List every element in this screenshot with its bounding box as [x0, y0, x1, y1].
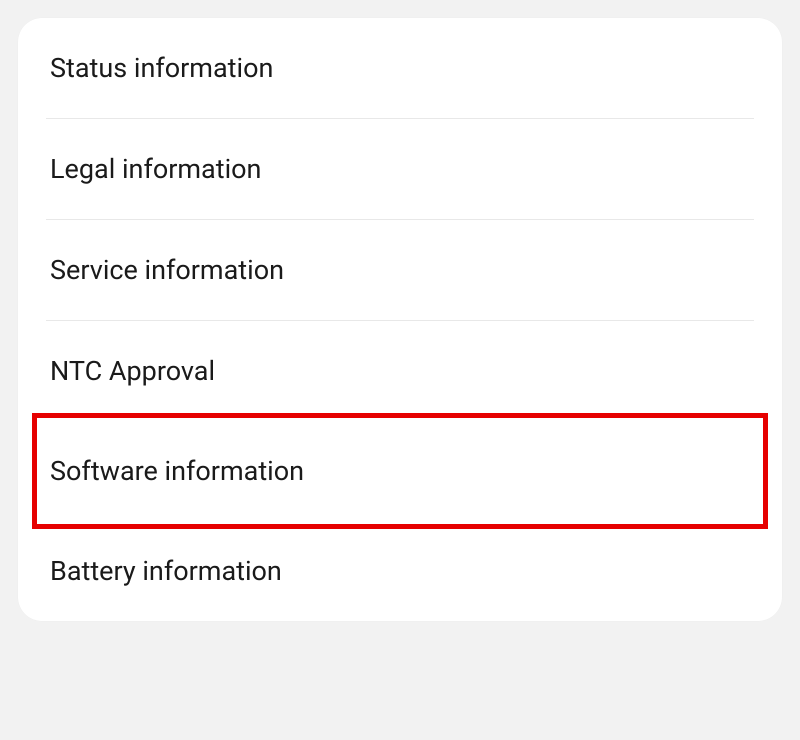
list-item-wrapper: Status information [18, 18, 782, 118]
list-item-ntc-approval[interactable]: NTC Approval [18, 321, 782, 421]
list-item-label: Software information [50, 455, 304, 487]
list-item-status-information[interactable]: Status information [18, 18, 782, 118]
list-item-legal-information[interactable]: Legal information [18, 119, 782, 219]
list-item-wrapper: NTC Approval [18, 321, 782, 421]
list-item-software-information[interactable]: Software information [18, 421, 782, 521]
list-item-wrapper: Legal information [18, 119, 782, 219]
list-item-label: NTC Approval [50, 355, 215, 387]
list-item-label: Service information [50, 254, 284, 286]
list-item-label: Battery information [50, 555, 282, 587]
list-item-service-information[interactable]: Service information [18, 220, 782, 320]
list-item-label: Status information [50, 52, 273, 84]
list-item-label: Legal information [50, 153, 261, 185]
list-item-wrapper: Battery information [18, 521, 782, 621]
list-item-wrapper: Software information [18, 421, 782, 521]
list-item-wrapper: Service information [18, 220, 782, 320]
settings-card: Status information Legal information Ser… [18, 18, 782, 621]
list-item-battery-information[interactable]: Battery information [18, 521, 782, 621]
